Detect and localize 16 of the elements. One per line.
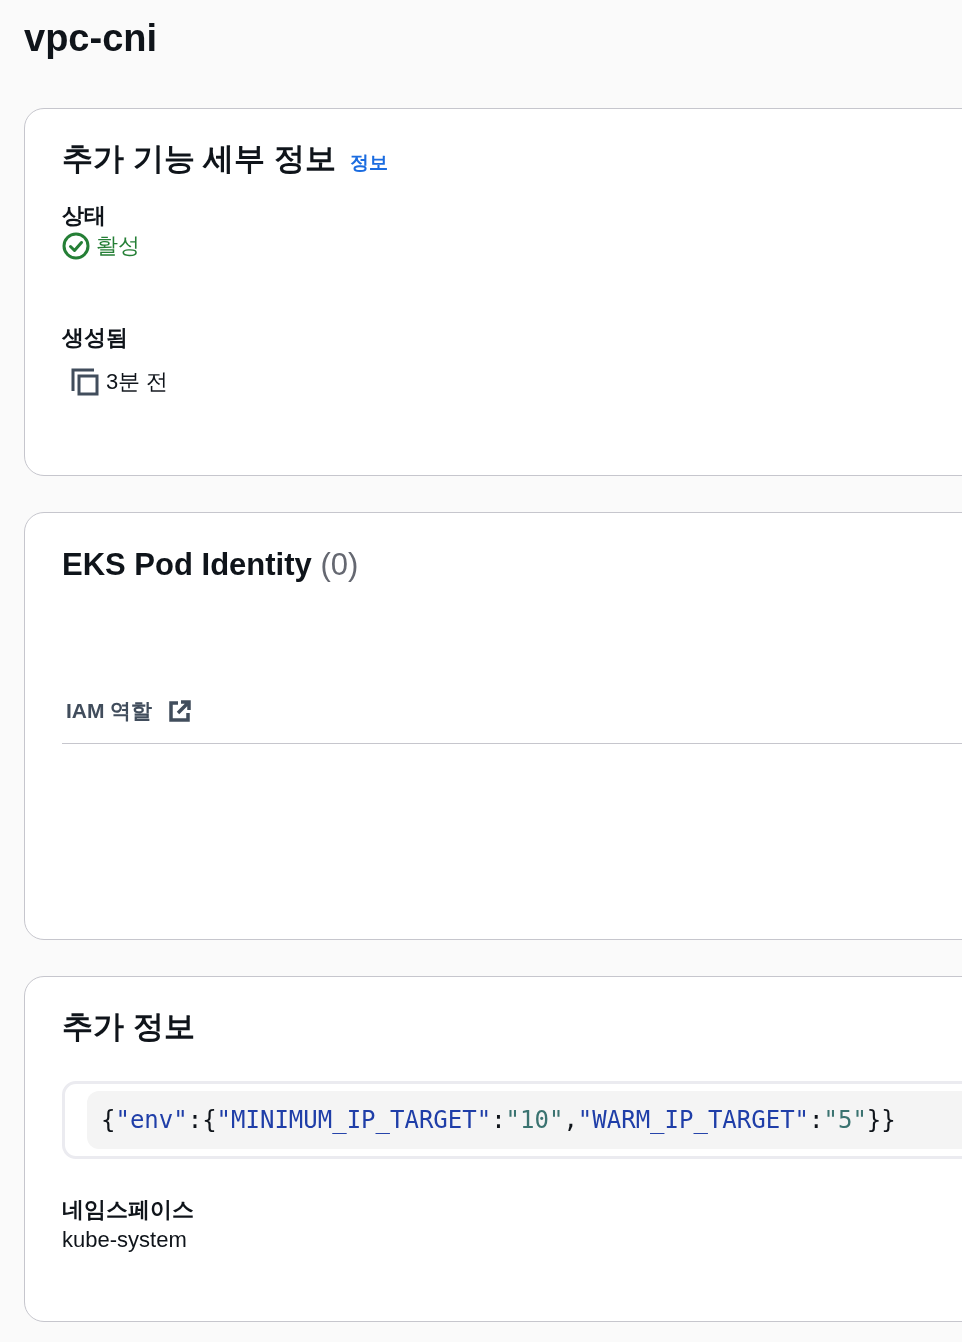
external-link-icon[interactable] — [168, 699, 193, 723]
copy-icon[interactable] — [70, 367, 100, 397]
field-label: 생성됨 — [62, 324, 128, 352]
field-label: 상태 — [62, 202, 106, 230]
section-heading: 추가 정보 — [62, 1008, 195, 1046]
section-heading: EKS Pod Identity (0) — [62, 546, 359, 584]
page-title: vpc-cni — [24, 16, 158, 61]
created-time: 3분 전 — [106, 368, 169, 396]
namespace-value: kube-system — [62, 1226, 188, 1254]
check-circle-icon — [62, 232, 90, 260]
section-heading: 추가 기능 세부 정보 — [62, 140, 336, 178]
info-link[interactable]: 정보 — [349, 150, 388, 176]
field-label: 네임스페이스 — [62, 1196, 194, 1224]
code-block: {"env":{"MINIMUM_IP_TARGET":"10","WARM_IP_TARGET":"5"}} — [87, 1091, 962, 1149]
column-header[interactable]: IAM 역할 — [66, 697, 153, 725]
status-text: 활성 — [96, 232, 140, 260]
